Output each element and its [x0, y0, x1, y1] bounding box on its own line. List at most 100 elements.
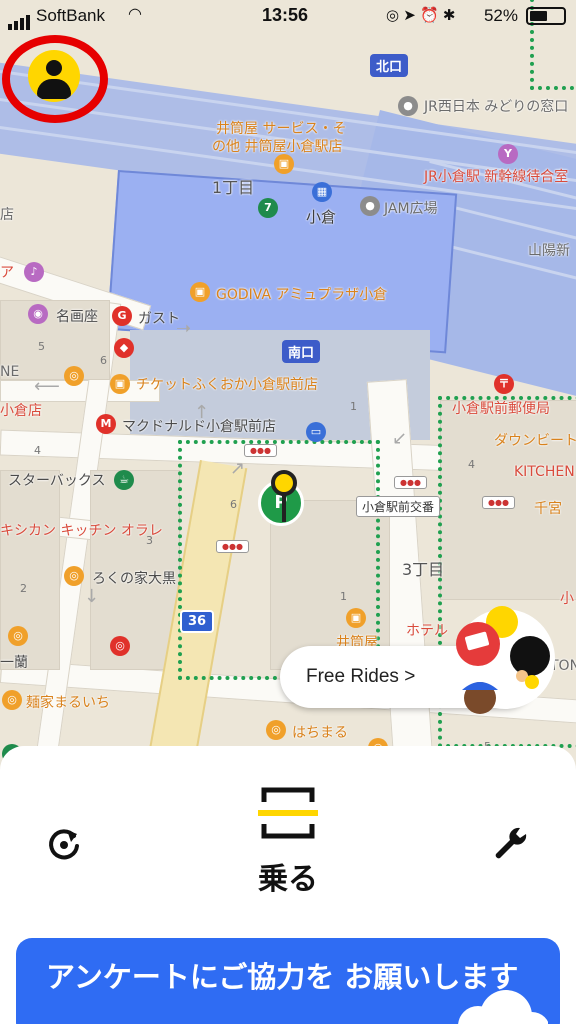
cloud-icon — [458, 990, 548, 1024]
status-bar: SoftBank ◠ 13:56 ◎ ➤ ⏰ ✱ 52% — [0, 0, 576, 32]
traffic-light-icon: ●●● — [244, 444, 277, 457]
block-number: 2 — [20, 582, 27, 595]
block-number: 5 — [38, 340, 45, 353]
pin-ball — [271, 470, 297, 496]
scan-label: 乗る — [258, 862, 318, 897]
map-label: 小倉駅前郵便局 — [452, 401, 550, 417]
user-avatar-icon[interactable] — [28, 50, 80, 102]
restaurant-icon: ◎ — [64, 366, 84, 386]
restaurant-icon: ◎ — [64, 566, 84, 586]
app-screen: 北口 南口 ● JR西日本 みどりの窓口 井筒屋 サービス・そ の他 井筒屋小倉… — [0, 0, 576, 1024]
restaurant-icon: G — [112, 306, 132, 326]
restaurant-icon: ◎ — [266, 720, 286, 740]
cafe-icon: ☕ — [114, 470, 134, 490]
ticket-office-icon: ● — [398, 96, 418, 116]
music-icon: ♪ — [24, 262, 44, 282]
one-way-arrow: ↗ — [230, 458, 246, 479]
map-label: GODIVA アミュプラザ小倉 — [216, 287, 388, 303]
refresh-icon[interactable] — [44, 824, 84, 864]
block-number: 4 — [34, 444, 41, 457]
shopping-bag-icon: ▣ — [274, 154, 294, 174]
plaza-icon: ● — [360, 196, 380, 216]
map-label: 千宮 — [534, 501, 562, 517]
status-icons: ◎ ➤ ⏰ ✱ — [386, 7, 456, 24]
shopping-bag-icon: ▣ — [190, 282, 210, 302]
clock: 13:56 — [262, 5, 309, 25]
map-label: 3丁目 — [402, 560, 445, 579]
block-number: 6 — [230, 498, 237, 511]
map-label: 麺家まるいち — [26, 695, 110, 711]
map-label: 店 — [0, 207, 14, 223]
block-number: 3 — [146, 534, 153, 547]
restaurant-icon: ◎ — [8, 626, 28, 646]
map-label: ア — [0, 265, 14, 281]
ride-scan-button[interactable]: 乗る — [238, 782, 338, 932]
battery-icon — [526, 7, 566, 25]
map-label: はちまる — [292, 725, 348, 741]
one-way-arrow: ⟵ — [34, 376, 60, 397]
map-label: ダウンビート — [494, 433, 576, 449]
bike-pin-icon[interactable]: P — [258, 470, 308, 540]
battery-fill — [530, 11, 547, 21]
map-label: の他 井筒屋小倉駅店 — [212, 139, 343, 155]
map-label: NE — [0, 364, 20, 380]
map-label: KITCHEN — [514, 464, 575, 480]
map-label: 小倉店 — [0, 403, 42, 419]
block-number: 1 — [340, 590, 347, 603]
carrier-label: SoftBank — [36, 6, 105, 25]
one-way-arrow: ↑ — [194, 402, 210, 423]
one-way-arrow: ↓ — [84, 586, 100, 607]
map-label: 一蘭 — [0, 655, 28, 671]
map-label: 1丁目 — [212, 178, 255, 197]
scan-frame-icon — [258, 787, 318, 839]
block-number: 6 — [100, 354, 107, 367]
battery-percent: 52% — [483, 6, 518, 25]
cinema-icon: ◉ — [28, 304, 48, 324]
station-exit-south-label: 南口 — [282, 340, 321, 363]
survey-banner[interactable]: アンケートにご協力を お願いします — [16, 938, 560, 1024]
bus-stop-icon: ▭ — [306, 422, 326, 442]
map-label: 山陽新 — [528, 243, 570, 259]
avatar-head — [46, 60, 62, 76]
train-station-icon: ▦ — [312, 182, 332, 202]
wifi-icon: ◠ — [128, 6, 142, 23]
restaurant-icon: ◆ — [114, 338, 134, 358]
map-label: JR西日本 みどりの窓口 — [424, 99, 569, 115]
post-office-icon: 〒 — [494, 374, 514, 394]
promo-characters-icon[interactable] — [450, 604, 560, 714]
target-icon: ◎ — [110, 636, 130, 656]
map-label: JR小倉駅 新幹線待合室 — [424, 169, 569, 185]
pin-stick — [282, 494, 286, 522]
mcdonalds-icon: M — [96, 414, 116, 434]
block-number: 1 — [350, 400, 357, 413]
shopping-bag-icon: ▣ — [346, 608, 366, 628]
signal-icon — [8, 10, 32, 30]
food-icon: Y — [498, 144, 518, 164]
police-box-label: 小倉駅前交番 — [356, 496, 441, 517]
traffic-light-icon: ●●● — [216, 540, 249, 553]
map-label: キシカン キッチン オラレ — [0, 523, 163, 539]
map-label: チケットふくおか小倉駅前店 — [136, 377, 318, 393]
wrench-icon[interactable] — [490, 824, 530, 864]
block-number: 4 — [468, 458, 475, 471]
avatar-body — [37, 79, 71, 99]
map-label: 井筒屋 サービス・そ — [216, 121, 347, 137]
route-shield: 36 — [180, 610, 215, 633]
free-rides-label: Free Rides > — [306, 666, 416, 687]
one-way-arrow: ↙ — [392, 428, 408, 449]
one-way-arrow: ➝ — [176, 318, 192, 339]
traffic-light-icon: ●●● — [394, 476, 427, 489]
map-label: ホテル — [406, 623, 448, 639]
map-label: 小倉 — [306, 208, 337, 226]
shopping-bag-icon: ▣ — [110, 374, 130, 394]
map-label: スターバックス — [8, 473, 106, 489]
map-label: ろくの家大黒 — [92, 571, 176, 587]
station-exit-north-label: 北口 — [370, 54, 409, 77]
traffic-light-icon: ●●● — [482, 496, 515, 509]
map-label: ガスト — [138, 311, 180, 327]
map-label: 名画座 — [56, 309, 98, 325]
map-label: JAM広場 — [384, 201, 438, 217]
map-view[interactable]: 北口 南口 ● JR西日本 みどりの窓口 井筒屋 サービス・そ の他 井筒屋小倉… — [0, 0, 576, 760]
convenience-store-icon: 7 — [258, 198, 278, 218]
restaurant-icon: ◎ — [2, 690, 22, 710]
